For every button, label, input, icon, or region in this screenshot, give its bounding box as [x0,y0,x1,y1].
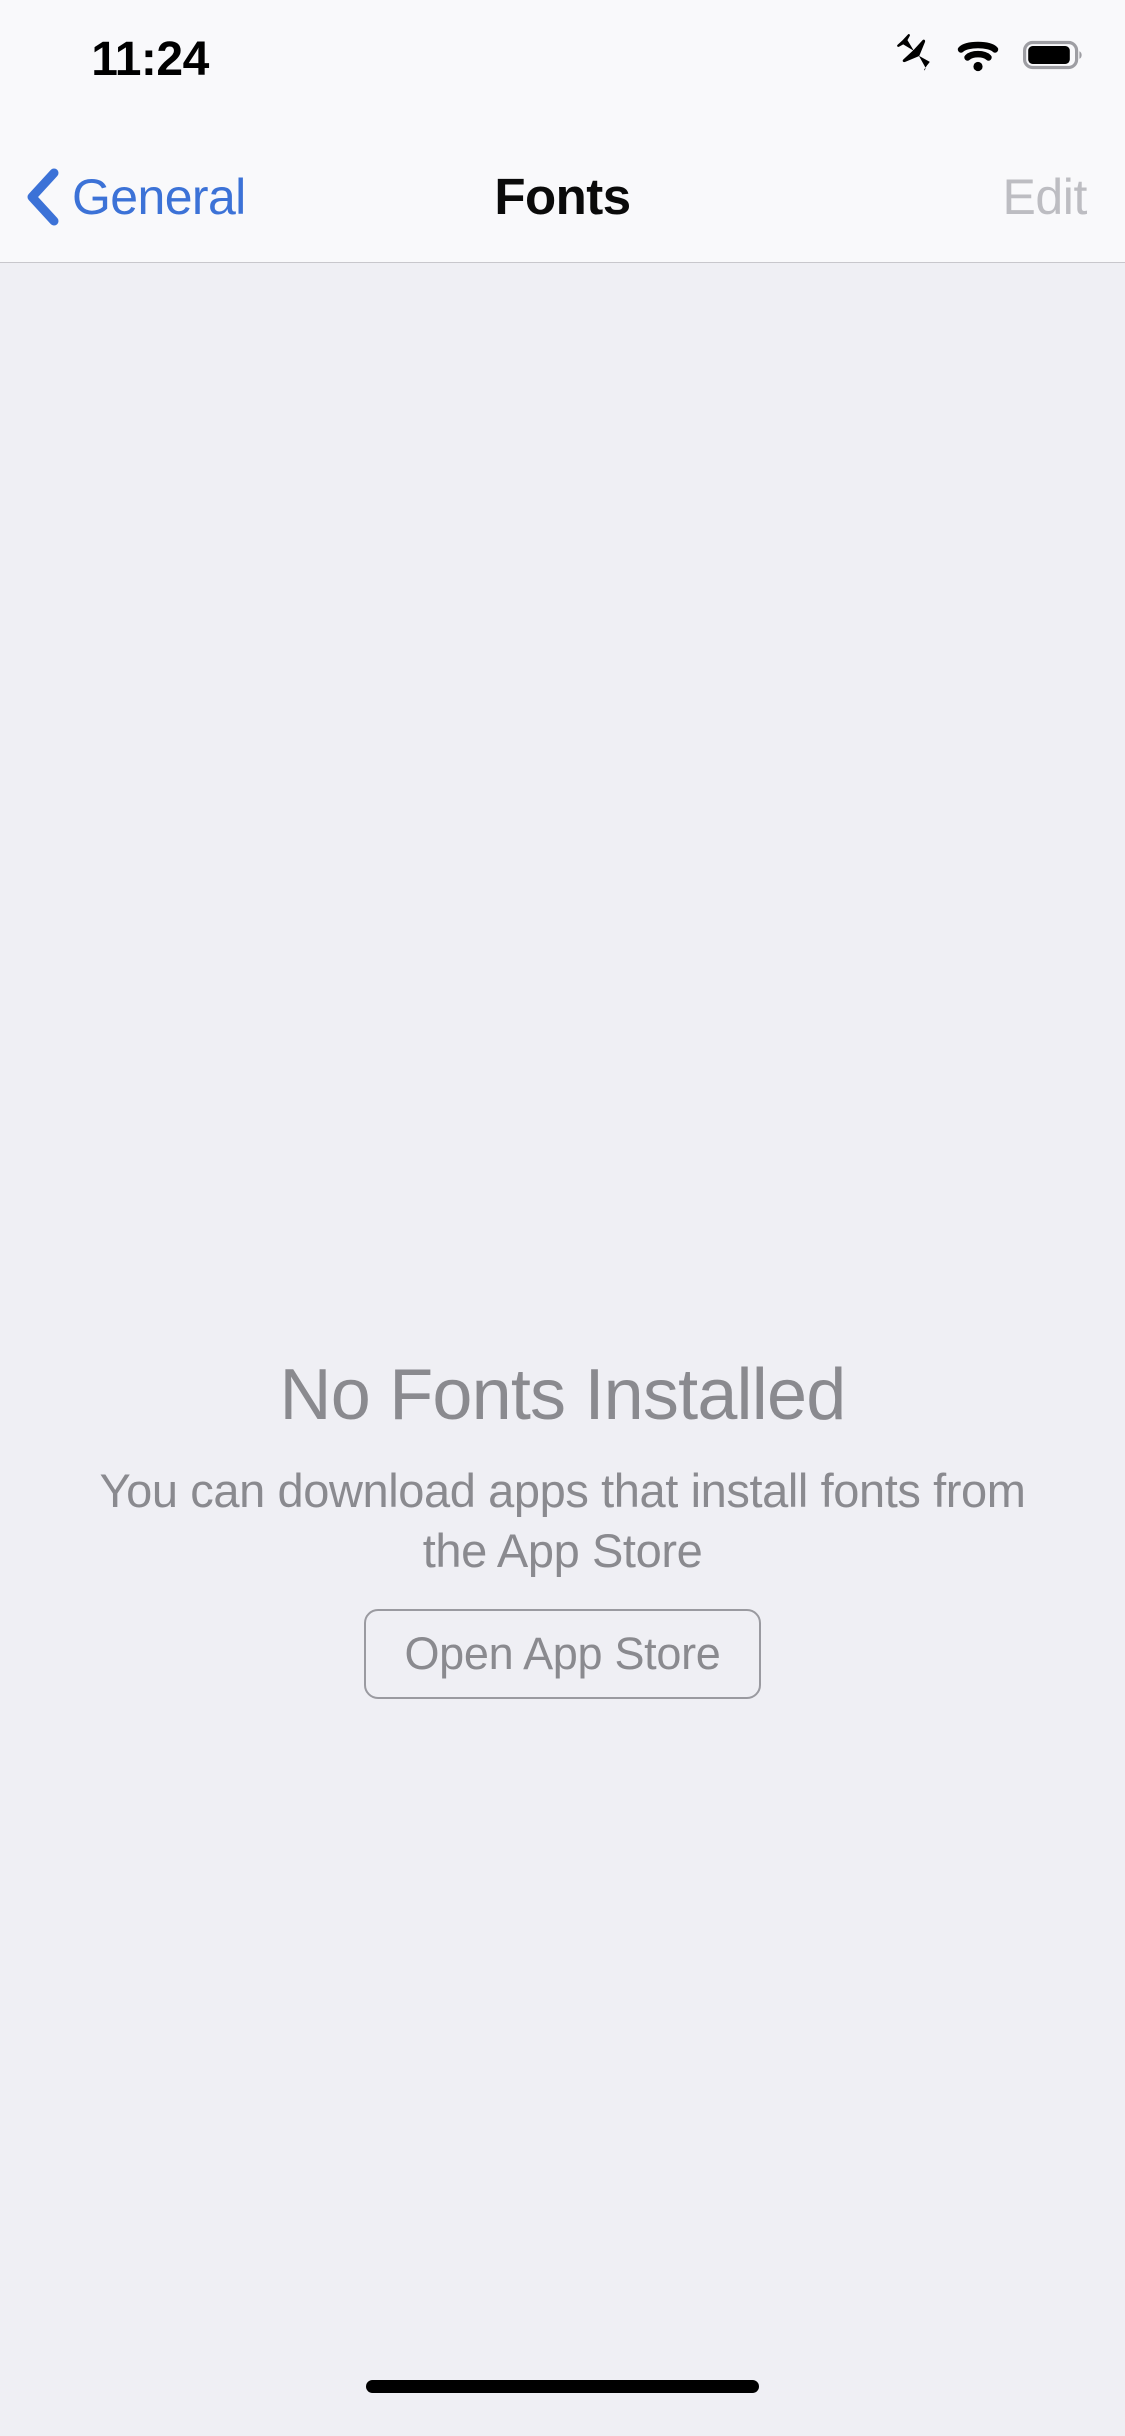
navigation-bar: General Fonts Edit [0,132,1125,263]
status-bar: 11:24 [0,0,1125,132]
open-app-store-button[interactable]: Open App Store [364,1609,761,1699]
page-title: Fonts [494,168,631,225]
home-indicator-area [0,2350,1125,2436]
edit-button[interactable]: Edit [1002,132,1087,261]
content-area: No Fonts Installed You can download apps… [0,263,1125,2436]
empty-state: No Fonts Installed You can download apps… [0,1353,1125,1699]
wifi-icon [955,32,1001,78]
battery-icon [1023,32,1085,78]
status-bar-icons [887,32,1085,78]
home-indicator[interactable] [366,2380,759,2393]
empty-state-title: No Fonts Installed [279,1355,847,1435]
status-bar-time: 11:24 [91,33,209,86]
empty-state-subtitle: You can download apps that install fonts… [99,1464,1026,1577]
airplane-mode-icon [887,32,933,78]
iphone-screen: 11:24 General Fonts Edit No Fonts Instal… [0,0,1125,2436]
